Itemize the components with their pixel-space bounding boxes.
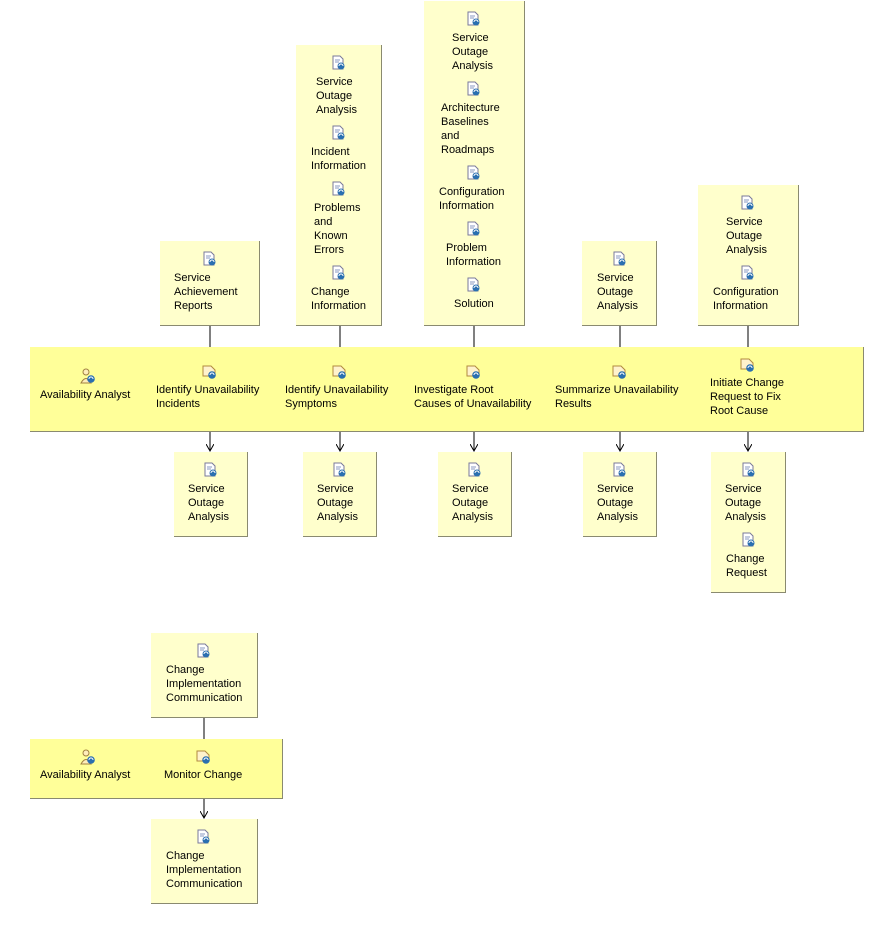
artifact-icon <box>613 251 626 266</box>
artifact-service-outage-analysis[interactable]: Service Outage Analysis <box>725 482 766 524</box>
input-artifact-group: Service Outage Analysis Configuration In… <box>698 185 799 326</box>
task-summarize-unavailability-results[interactable]: Summarize Unavailability Results <box>555 383 679 411</box>
artifact-icon <box>332 55 345 70</box>
artifact-architecture-baselines-and-roadmaps[interactable]: Architecture Baselines and Roadmaps <box>441 101 500 157</box>
output-artifact-group: Service Outage Analysis <box>583 452 657 537</box>
artifact-icon <box>332 125 345 140</box>
artifact-icon <box>467 165 480 180</box>
artifact-service-outage-analysis[interactable]: Service Outage Analysis <box>597 482 638 524</box>
task-identify-unavailability-symptoms[interactable]: Identify Unavailability Symptoms <box>285 383 388 411</box>
task-icon <box>612 365 627 380</box>
output-artifact-group: Service Outage Analysis <box>438 452 512 537</box>
artifact-icon <box>332 265 345 280</box>
artifact-service-outage-analysis[interactable]: Service Outage Analysis <box>316 75 357 117</box>
output-artifact-group: Change Implementation Communication <box>151 819 258 904</box>
role-label[interactable]: Availability Analyst <box>40 768 130 782</box>
artifact-problems-and-known-errors[interactable]: Problems and Known Errors <box>314 201 360 257</box>
artifact-icon <box>197 643 210 658</box>
output-artifact-group: Service Outage Analysis Change Request <box>711 452 786 593</box>
input-artifact-group: Change Implementation Communication <box>151 633 258 718</box>
artifact-service-outage-analysis[interactable]: Service Outage Analysis <box>452 31 493 73</box>
input-artifact-group: Service Outage Analysis <box>582 241 657 326</box>
artifact-icon <box>742 462 755 477</box>
artifact-icon <box>204 462 217 477</box>
role-icon <box>80 368 96 384</box>
task-icon <box>202 365 217 380</box>
artifact-solution[interactable]: Solution <box>454 297 494 311</box>
task-monitor-change[interactable]: Monitor Change <box>164 768 242 782</box>
input-artifact-group: Service Outage Analysis Architecture Bas… <box>424 1 525 326</box>
artifact-service-outage-analysis[interactable]: Service Outage Analysis <box>317 482 358 524</box>
artifact-icon <box>467 11 480 26</box>
output-artifact-group: Service Outage Analysis <box>303 452 377 537</box>
task-icon <box>466 365 481 380</box>
artifact-service-outage-analysis[interactable]: Service Outage Analysis <box>726 215 767 257</box>
artifact-icon <box>741 195 754 210</box>
artifact-icon <box>333 462 346 477</box>
artifact-icon <box>332 181 345 196</box>
output-artifact-group: Service Outage Analysis <box>174 452 248 537</box>
artifact-configuration-information[interactable]: Configuration Information <box>439 185 504 213</box>
role-label[interactable]: Availability Analyst <box>40 388 130 402</box>
input-artifact-group: Service Achievement Reports <box>160 241 260 326</box>
artifact-icon <box>203 251 216 266</box>
artifact-icon <box>741 265 754 280</box>
input-artifact-group: Service Outage Analysis Incident Informa… <box>296 45 382 326</box>
artifact-problem-information[interactable]: Problem Information <box>446 241 501 269</box>
task-icon <box>196 750 211 765</box>
task-investigate-root-causes[interactable]: Investigate Root Causes of Unavailabilit… <box>414 383 531 411</box>
artifact-icon <box>742 532 755 547</box>
artifact-service-outage-analysis[interactable]: Service Outage Analysis <box>597 271 638 313</box>
artifact-change-information[interactable]: Change Information <box>311 285 366 313</box>
artifact-change-implementation-communication[interactable]: Change Implementation Communication <box>166 849 242 891</box>
artifact-service-outage-analysis[interactable]: Service Outage Analysis <box>188 482 229 524</box>
task-initiate-change-request[interactable]: Initiate Change Request to Fix Root Caus… <box>710 376 784 418</box>
artifact-incident-information[interactable]: Incident Information <box>311 145 366 173</box>
task-icon <box>332 365 347 380</box>
artifact-configuration-information[interactable]: Configuration Information <box>713 285 778 313</box>
task-icon <box>740 358 755 373</box>
artifact-change-implementation-communication[interactable]: Change Implementation Communication <box>166 663 242 705</box>
artifact-service-achievement-reports[interactable]: Service Achievement Reports <box>174 271 238 313</box>
artifact-icon <box>197 829 210 844</box>
artifact-icon <box>467 221 480 236</box>
artifact-service-outage-analysis[interactable]: Service Outage Analysis <box>452 482 493 524</box>
artifact-icon <box>467 277 480 292</box>
task-identify-unavailability-incidents[interactable]: Identify Unavailability Incidents <box>156 383 259 411</box>
role-icon <box>80 749 96 765</box>
artifact-change-request[interactable]: Change Request <box>726 552 767 580</box>
artifact-icon <box>468 462 481 477</box>
artifact-icon <box>613 462 626 477</box>
artifact-icon <box>467 81 480 96</box>
